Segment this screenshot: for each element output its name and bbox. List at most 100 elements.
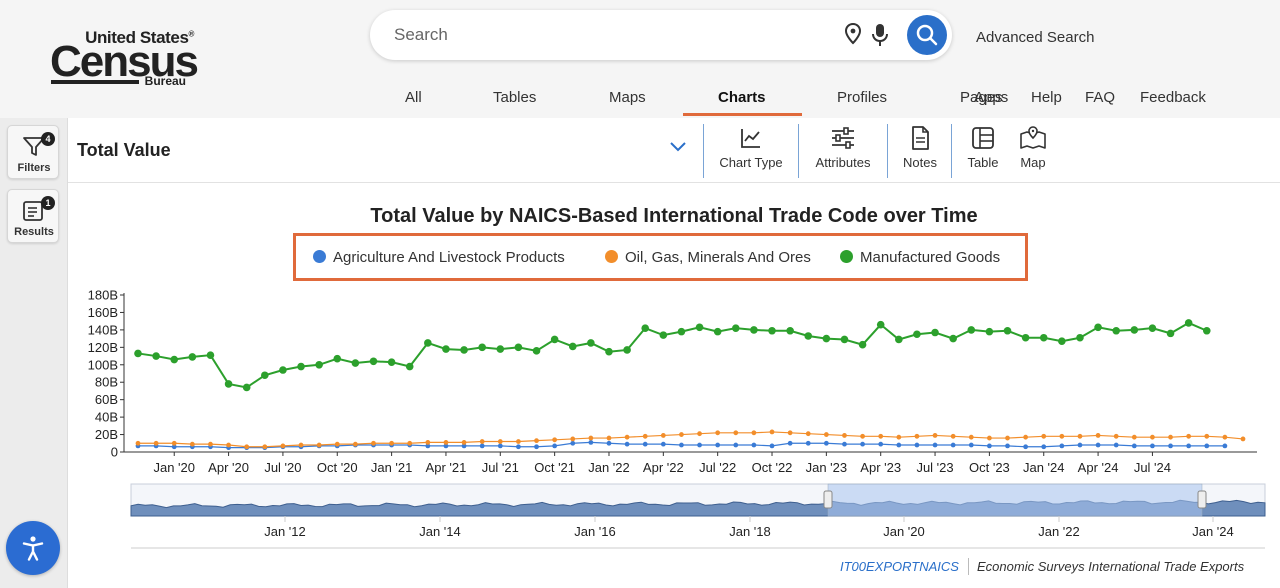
census-logo[interactable]: United States® Census Bureau xyxy=(48,26,199,88)
navigator-tick-label: Jan '16 xyxy=(574,524,616,539)
filters-label: Filters xyxy=(17,162,51,174)
attributes-label: Attributes xyxy=(815,155,871,170)
measure-selector[interactable]: Total Value xyxy=(77,140,171,161)
data-point xyxy=(1131,443,1137,449)
data-point xyxy=(1168,434,1173,440)
nav-apps[interactable]: Apps xyxy=(974,89,1008,106)
data-point xyxy=(606,440,612,446)
data-point xyxy=(715,442,721,448)
data-point xyxy=(624,434,630,440)
accessibility-button[interactable] xyxy=(6,521,60,575)
x-tick-label: Apr '24 xyxy=(1078,460,1119,475)
toolbar-divider xyxy=(703,124,704,178)
filters-button[interactable]: 4 Filters xyxy=(7,125,59,179)
chart-type-label: Chart Type xyxy=(719,155,783,170)
data-point xyxy=(297,362,305,371)
table-label: Table xyxy=(967,155,999,170)
data-point xyxy=(568,342,577,351)
attributes-button[interactable]: Attributes xyxy=(808,126,878,176)
y-tick-label: 80B xyxy=(95,375,118,390)
dataset-source-link[interactable]: IT00EXPORTNAICS xyxy=(840,559,959,574)
data-point xyxy=(787,430,793,436)
data-point xyxy=(769,443,775,449)
search-icon xyxy=(916,24,938,46)
toolbar-divider xyxy=(887,124,888,178)
legend-item-oil-gas[interactable]: Oil, Gas, Minerals And Ores xyxy=(605,249,811,266)
data-point xyxy=(840,335,849,344)
nav-feedback[interactable]: Feedback xyxy=(1140,89,1206,106)
y-tick-label: 40B xyxy=(95,410,118,425)
x-tick-label: Oct '20 xyxy=(317,460,358,475)
nav-tables[interactable]: Tables xyxy=(493,89,536,106)
table-icon xyxy=(972,127,994,149)
notes-button[interactable]: Notes xyxy=(897,126,943,176)
data-point xyxy=(242,383,251,392)
data-point xyxy=(679,432,684,437)
advanced-search-link[interactable]: Advanced Search xyxy=(976,29,1094,46)
program-name: Economic Surveys International Trade Exp… xyxy=(977,559,1245,574)
filters-badge: 4 xyxy=(41,132,55,146)
data-point xyxy=(1150,434,1155,440)
chart-type-button[interactable]: Chart Type xyxy=(713,126,789,176)
nav-help[interactable]: Help xyxy=(1031,89,1062,106)
results-label: Results xyxy=(14,226,54,238)
nav-charts[interactable]: Charts xyxy=(718,89,766,106)
data-point xyxy=(932,433,938,438)
data-point xyxy=(407,440,413,446)
location-pin-icon[interactable] xyxy=(844,22,862,50)
data-point xyxy=(751,442,757,448)
chart-title: Total Value by NAICS-Based International… xyxy=(370,205,978,227)
range-navigator[interactable]: Jan '12 Jan '14 Jan '16 Jan '18 Jan '20 Jan '… xyxy=(68,480,1280,552)
data-point xyxy=(895,335,903,344)
x-tick-label: Oct '22 xyxy=(752,460,793,475)
data-point xyxy=(842,433,847,438)
data-point xyxy=(497,443,503,449)
data-point xyxy=(1095,442,1101,448)
microphone-icon[interactable] xyxy=(872,23,888,52)
navigator-selection[interactable] xyxy=(827,483,1203,517)
nav-maps[interactable]: Maps xyxy=(609,89,646,106)
data-point xyxy=(280,443,286,449)
nav-profiles[interactable]: Profiles xyxy=(837,89,887,106)
data-point xyxy=(679,442,684,448)
data-point xyxy=(896,434,902,440)
legend-item-manufactured[interactable]: Manufactured Goods xyxy=(840,249,1000,266)
data-point xyxy=(479,443,485,449)
legend-item-agriculture[interactable]: Agriculture And Livestock Products xyxy=(313,249,565,266)
data-point xyxy=(768,326,776,335)
data-point xyxy=(534,438,539,444)
y-tick-label: 140B xyxy=(88,322,118,337)
y-tick-label: 100B xyxy=(88,357,118,372)
data-point xyxy=(1222,443,1228,449)
navigator-tick-label: Jan '14 xyxy=(419,524,461,539)
data-point xyxy=(914,433,920,439)
data-point xyxy=(224,380,233,388)
search-button[interactable] xyxy=(907,15,947,55)
nav-all[interactable]: All xyxy=(405,89,422,106)
data-point xyxy=(442,345,450,353)
data-point xyxy=(805,431,811,437)
data-point xyxy=(876,320,885,329)
data-point xyxy=(860,441,865,447)
data-point xyxy=(660,441,666,447)
results-button[interactable]: 1 Results xyxy=(7,189,59,243)
data-point xyxy=(1240,436,1246,442)
legend-dot xyxy=(605,250,618,263)
map-button[interactable]: Map xyxy=(1012,126,1054,176)
data-point xyxy=(950,433,956,439)
x-tick-label: Jul '24 xyxy=(1134,460,1171,475)
navigator-handle-right[interactable] xyxy=(1197,490,1207,509)
data-point xyxy=(170,355,179,364)
data-point xyxy=(206,351,215,359)
data-point xyxy=(189,441,195,447)
table-button[interactable]: Table xyxy=(961,126,1005,176)
nav-faq[interactable]: FAQ xyxy=(1085,89,1115,106)
x-tick-label: Apr '20 xyxy=(208,460,249,475)
data-point xyxy=(1005,435,1010,441)
data-point xyxy=(552,443,558,449)
legend-label: Oil, Gas, Minerals And Ores xyxy=(625,249,811,266)
navigator-handle-left[interactable] xyxy=(823,490,833,509)
chevron-down-icon[interactable] xyxy=(668,140,688,159)
sliders-icon xyxy=(832,127,854,149)
search-input[interactable] xyxy=(394,22,834,48)
